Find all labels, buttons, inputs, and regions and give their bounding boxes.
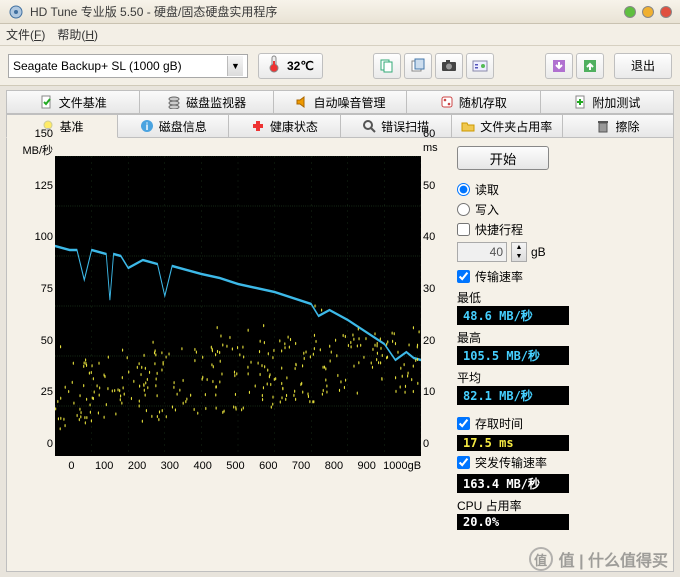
watermark: 值 值 | 什么值得买 <box>529 547 668 571</box>
tab-disk-monitor[interactable]: 磁盘监视器 <box>140 90 273 114</box>
thermometer-icon <box>267 55 281 76</box>
drive-select-value: Seagate Backup+ SL (1000 gB) <box>13 59 182 73</box>
minimize-button[interactable] <box>624 6 636 18</box>
menubar: 文件(F) 帮助(H) <box>0 24 680 46</box>
min-value: 48.6 MB/秒 <box>457 306 569 325</box>
titlebar: HD Tune 专业版 5.50 - 硬盘/固态硬盘实用程序 <box>0 0 680 24</box>
app-icon <box>8 4 24 20</box>
speaker-icon <box>295 95 309 109</box>
tab-extra-tests[interactable]: 附加测试 <box>541 90 674 114</box>
watermark-logo-icon: 值 <box>529 547 553 571</box>
x-axis: 01002003004005006007008009001000gB <box>55 460 421 480</box>
main-frame: 文件基准 磁盘监视器 自动噪音管理 随机存取 附加测试 基准 i 磁盘信息 <box>6 90 674 572</box>
menu-help[interactable]: 帮助(H) <box>57 26 98 43</box>
doc-check-icon <box>40 95 54 109</box>
benchmark-chart: MB/秒 0255075100125150 ms 0102030405060 0… <box>15 146 447 480</box>
folder-icon <box>461 119 475 133</box>
save-button[interactable] <box>545 53 573 79</box>
cpu-label: CPU 占用率 <box>457 497 665 514</box>
write-radio[interactable]: 写入 <box>457 201 665 218</box>
load-button[interactable] <box>576 53 604 79</box>
plus-doc-icon <box>573 95 587 109</box>
cross-icon <box>251 119 265 133</box>
tab-file-benchmark[interactable]: 文件基准 <box>6 90 140 114</box>
read-radio[interactable]: 读取 <box>457 181 665 198</box>
settings-button[interactable] <box>466 53 494 79</box>
copy-info-button[interactable] <box>373 53 401 79</box>
y-axis-left: MB/秒 0255075100125150 <box>15 146 55 456</box>
burst-rate-check[interactable]: 突发传输速率 <box>457 454 665 471</box>
tab-random-access[interactable]: 随机存取 <box>407 90 540 114</box>
start-button[interactable]: 开始 <box>457 146 549 170</box>
svg-text:i: i <box>145 122 148 133</box>
drive-select[interactable]: Seagate Backup+ SL (1000 gB) ▼ <box>8 54 248 78</box>
window-controls <box>624 6 672 18</box>
tab-aam[interactable]: 自动噪音管理 <box>274 90 407 114</box>
info-icon: i <box>140 119 154 133</box>
transfer-rate-check[interactable]: 传输速率 <box>457 268 665 285</box>
tabrow-bottom: 基准 i 磁盘信息 健康状态 错误扫描 文件夹占用率 擦除 <box>6 114 674 138</box>
screenshot-button[interactable] <box>435 53 463 79</box>
access-time-check[interactable]: 存取时间 <box>457 415 665 432</box>
tab-folder-usage[interactable]: 文件夹占用率 <box>452 114 563 138</box>
side-panel: 开始 读取 写入 快捷行程 ▲▼ gB 传输速率 最低 <box>457 146 665 563</box>
plot-area <box>55 156 421 456</box>
tab-disk-info[interactable]: i 磁盘信息 <box>118 114 229 138</box>
tab-erase[interactable]: 擦除 <box>563 114 674 138</box>
avg-label: 平均 <box>457 369 665 386</box>
temperature-display: 32℃ <box>258 53 323 79</box>
menu-file[interactable]: 文件(F) <box>6 26 45 43</box>
copy-screenshot-button[interactable] <box>404 53 432 79</box>
y-axis-right: ms 0102030405060 <box>421 146 447 456</box>
maximize-button[interactable] <box>642 6 654 18</box>
exit-button[interactable]: 退出 <box>614 53 672 79</box>
close-button[interactable] <box>660 6 672 18</box>
max-value: 105.5 MB/秒 <box>457 346 569 365</box>
max-label: 最高 <box>457 329 665 346</box>
cpu-value: 20.0% <box>457 514 569 530</box>
window-title: HD Tune 专业版 5.50 - 硬盘/固态硬盘实用程序 <box>30 3 277 20</box>
magnifier-icon <box>362 119 376 133</box>
dice-icon <box>440 95 454 109</box>
tabrow-top: 文件基准 磁盘监视器 自动噪音管理 随机存取 附加测试 <box>6 90 674 114</box>
shortstroke-spinner[interactable]: ▲▼ <box>511 242 527 262</box>
avg-value: 82.1 MB/秒 <box>457 386 569 405</box>
shortstroke-check[interactable]: 快捷行程 <box>457 221 665 238</box>
burst-value: 163.4 MB/秒 <box>457 474 569 493</box>
disks-icon <box>167 95 181 109</box>
tab-health[interactable]: 健康状态 <box>229 114 340 138</box>
temperature-value: 32℃ <box>287 59 314 73</box>
tab-benchmark[interactable]: 基准 <box>6 114 118 138</box>
chevron-down-icon: ▼ <box>227 56 243 76</box>
eraser-icon <box>596 119 610 133</box>
shortstroke-input[interactable] <box>457 242 507 262</box>
toolbar: Seagate Backup+ SL (1000 gB) ▼ 32℃ 退出 <box>0 46 680 86</box>
min-label: 最低 <box>457 289 665 306</box>
access-value: 17.5 ms <box>457 435 569 451</box>
